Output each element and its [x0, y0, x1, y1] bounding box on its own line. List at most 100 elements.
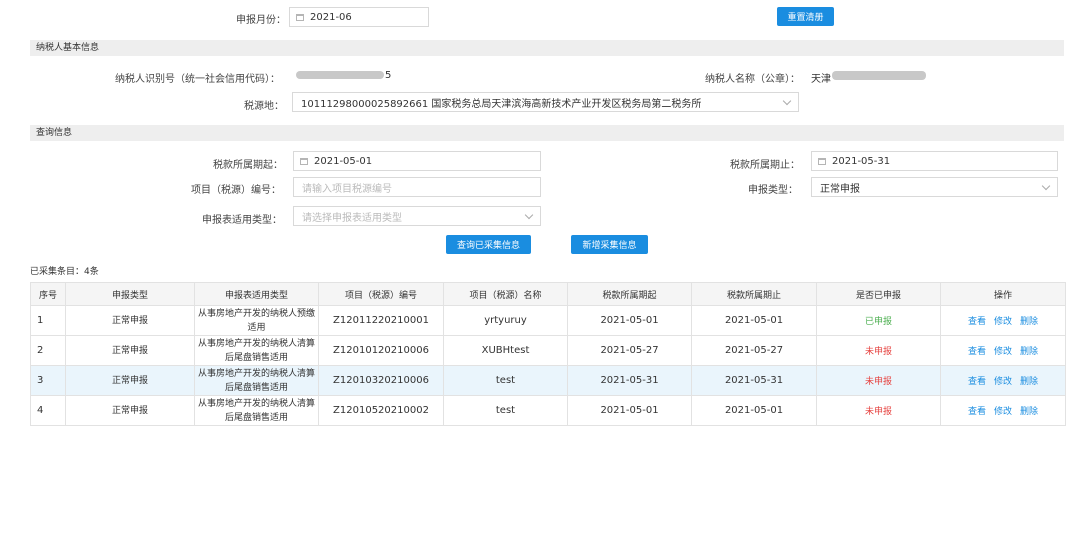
row-actions: 查看 修改 删除 — [940, 365, 1066, 396]
row-status-cell: 未申报 — [816, 365, 941, 396]
row-declare-type: 正常申报 — [65, 365, 195, 396]
status-badge: 未申报 — [864, 347, 892, 357]
project-no-input[interactable]: 请输入项目税源编号 — [293, 177, 541, 197]
row-project-code: Z12010120210006 — [318, 335, 444, 366]
calendar-icon — [818, 157, 826, 165]
table-row[interactable]: 2 正常申报 从事房地产开发的纳税人清算后尾盘销售适用 Z12010120210… — [30, 335, 1066, 366]
column-header: 序号 — [30, 282, 66, 306]
query-button[interactable]: 查询已采集信息 — [446, 235, 531, 254]
taxpayer-name-label: 纳税人名称（公章）： — [705, 74, 800, 85]
column-header: 申报表适用类型 — [194, 282, 319, 306]
add-collect-button[interactable]: 新增采集信息 — [571, 235, 648, 254]
reset-button[interactable]: 重置清册 — [777, 7, 834, 26]
delete-link[interactable]: 删除 — [1020, 347, 1038, 357]
form-type-select[interactable]: 请选择申报表适用类型 — [293, 206, 541, 226]
status-badge: 未申报 — [864, 377, 892, 387]
period-start-input[interactable]: 2021-05-01 — [293, 151, 541, 171]
basic-info-section-header: 纳税人基本信息 — [30, 40, 1064, 56]
table-row[interactable]: 3 正常申报 从事房地产开发的纳税人清算后尾盘销售适用 Z12010320210… — [30, 365, 1066, 396]
row-period-start: 2021-05-27 — [567, 335, 692, 366]
row-actions: 查看 修改 删除 — [940, 395, 1066, 426]
delete-link[interactable]: 删除 — [1020, 377, 1038, 387]
declare-type-value: 正常申报 — [820, 183, 860, 195]
row-project-name: yrtyuruy — [443, 305, 568, 336]
row-no: 3 — [30, 365, 66, 396]
period-start-value: 2021-05-01 — [314, 155, 373, 167]
redacted-taxpayer-name — [832, 71, 926, 80]
row-period-start: 2021-05-01 — [567, 395, 692, 426]
column-header: 项目（税源）编号 — [318, 282, 444, 306]
row-form-type: 从事房地产开发的纳税人预缴适用 — [194, 305, 319, 336]
row-declare-type: 正常申报 — [65, 305, 195, 336]
calendar-icon — [300, 157, 308, 165]
row-period-end: 2021-05-27 — [691, 335, 817, 366]
edit-link[interactable]: 修改 — [994, 377, 1012, 387]
row-actions: 查看 修改 删除 — [940, 305, 1066, 336]
edit-link[interactable]: 修改 — [994, 317, 1012, 327]
row-declare-type: 正常申报 — [65, 395, 195, 426]
redacted-taxpayer-id — [296, 71, 384, 79]
period-end-label: 税款所属期止： — [730, 160, 800, 171]
month-value: 2021-06 — [310, 11, 352, 23]
row-period-start: 2021-05-31 — [567, 365, 692, 396]
view-link[interactable]: 查看 — [968, 377, 986, 387]
delete-link[interactable]: 删除 — [1020, 407, 1038, 417]
row-project-code: Z12010320210006 — [318, 365, 444, 396]
row-status-cell: 未申报 — [816, 335, 941, 366]
view-link[interactable]: 查看 — [968, 347, 986, 357]
month-input[interactable]: 2021-06 — [289, 7, 429, 27]
row-actions: 查看 修改 删除 — [940, 335, 1066, 366]
row-period-end: 2021-05-01 — [691, 305, 817, 336]
row-form-type: 从事房地产开发的纳税人清算后尾盘销售适用 — [194, 335, 319, 366]
period-end-input[interactable]: 2021-05-31 — [811, 151, 1058, 171]
row-declare-type: 正常申报 — [65, 335, 195, 366]
chevron-down-icon — [524, 210, 534, 220]
row-period-end: 2021-05-01 — [691, 395, 817, 426]
status-badge: 已申报 — [864, 317, 892, 327]
row-form-type: 从事房地产开发的纳税人清算后尾盘销售适用 — [194, 365, 319, 396]
column-header: 税款所属期起 — [567, 282, 692, 306]
column-header: 申报类型 — [65, 282, 195, 306]
chevron-down-icon — [782, 96, 792, 106]
table-header-row: 序号 申报类型 申报表适用类型 项目（税源）编号 项目（税源）名称 税款所属期起… — [30, 282, 1066, 306]
form-type-label: 申报表适用类型： — [202, 215, 282, 226]
record-count: 已采集条目：4条 — [30, 267, 99, 277]
period-end-value: 2021-05-31 — [832, 155, 891, 167]
delete-link[interactable]: 删除 — [1020, 317, 1038, 327]
tax-source-value: 10111298000025892661 国家税务总局天津滨海高新技术产业开发区… — [301, 98, 702, 110]
declare-type-select[interactable]: 正常申报 — [811, 177, 1058, 197]
project-no-label: 项目（税源）编号： — [191, 185, 281, 196]
tax-source-label: 税源地： — [244, 101, 284, 112]
row-no: 2 — [30, 335, 66, 366]
row-period-start: 2021-05-01 — [567, 305, 692, 336]
table-row[interactable]: 1 正常申报 从事房地产开发的纳税人预缴适用 Z12011220210001 y… — [30, 305, 1066, 336]
table-row[interactable]: 4 正常申报 从事房地产开发的纳税人清算后尾盘销售适用 Z12010520210… — [30, 395, 1066, 426]
records-table: 序号 申报类型 申报表适用类型 项目（税源）编号 项目（税源）名称 税款所属期起… — [30, 282, 1066, 426]
tax-source-select[interactable]: 10111298000025892661 国家税务总局天津滨海高新技术产业开发区… — [292, 92, 799, 112]
column-header: 项目（税源）名称 — [443, 282, 568, 306]
edit-link[interactable]: 修改 — [994, 407, 1012, 417]
view-link[interactable]: 查看 — [968, 317, 986, 327]
row-no: 4 — [30, 395, 66, 426]
row-status-cell: 未申报 — [816, 395, 941, 426]
view-link[interactable]: 查看 — [968, 407, 986, 417]
taxpayer-id-suffix: 5 — [385, 70, 392, 81]
declare-type-label: 申报类型： — [748, 185, 798, 196]
row-status-cell: 已申报 — [816, 305, 941, 336]
row-project-code: Z12011220210001 — [318, 305, 444, 336]
form-type-placeholder: 请选择申报表适用类型 — [302, 212, 402, 224]
project-no-placeholder: 请输入项目税源编号 — [302, 183, 392, 195]
taxpayer-name-prefix: 天津 — [811, 74, 831, 85]
edit-link[interactable]: 修改 — [994, 347, 1012, 357]
row-project-name: test — [443, 365, 568, 396]
query-section-header: 查询信息 — [30, 125, 1064, 141]
status-badge: 未申报 — [864, 407, 892, 417]
month-label: 申报月份： — [236, 15, 286, 26]
column-header: 操作 — [940, 282, 1066, 306]
period-start-label: 税款所属期起： — [213, 160, 283, 171]
taxpayer-id-label: 纳税人识别号（统一社会信用代码）： — [115, 74, 280, 85]
column-header: 是否已申报 — [816, 282, 941, 306]
chevron-down-icon — [1041, 181, 1051, 191]
column-header: 税款所属期止 — [691, 282, 817, 306]
row-no: 1 — [30, 305, 66, 336]
